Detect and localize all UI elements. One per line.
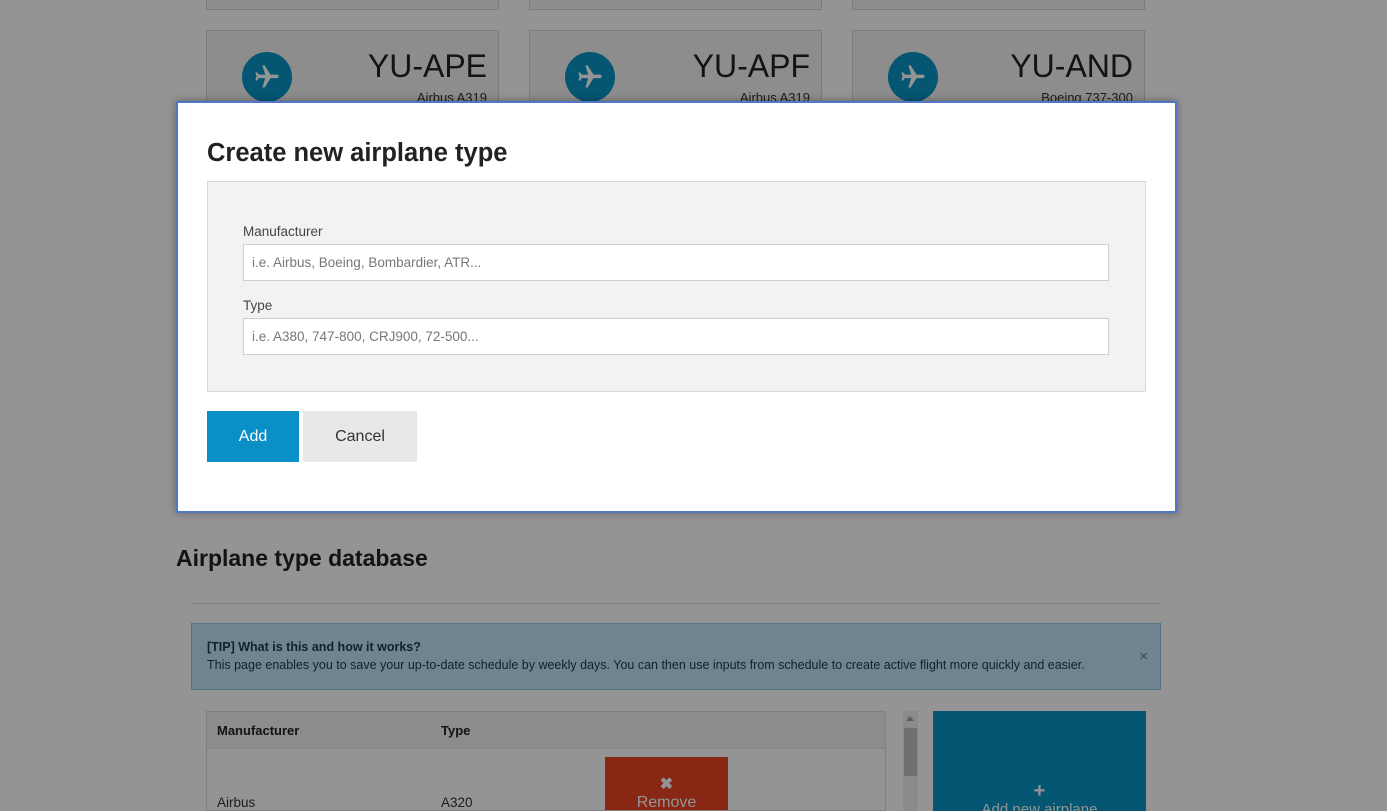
create-airplane-type-modal: Create new airplane type Manufacturer Ty…	[176, 101, 1177, 513]
manufacturer-label: Manufacturer	[243, 224, 323, 239]
add-button[interactable]: Add	[207, 411, 299, 462]
modal-title: Create new airplane type	[207, 139, 508, 167]
type-label: Type	[243, 298, 273, 313]
form-panel: Manufacturer Type	[207, 181, 1146, 392]
cancel-button[interactable]: Cancel	[303, 411, 417, 462]
manufacturer-input[interactable]	[243, 244, 1109, 281]
type-input[interactable]	[243, 318, 1109, 355]
